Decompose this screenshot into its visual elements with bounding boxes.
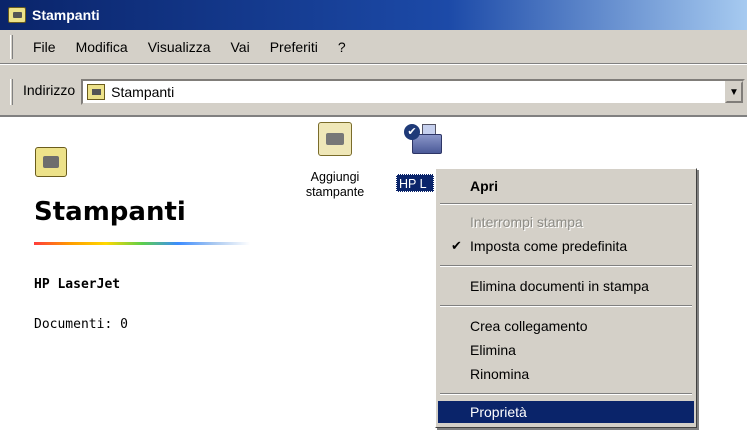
- hp-printer-label[interactable]: HP L: [396, 174, 434, 192]
- menu-create-shortcut[interactable]: Crea collegamento: [438, 315, 694, 337]
- menu-vai[interactable]: Vai: [220, 39, 259, 55]
- printer-icon: ✔: [404, 122, 444, 162]
- selected-printer-name: HP LaserJet: [34, 277, 121, 292]
- add-printer-label: Aggiungi stampante: [305, 170, 365, 199]
- address-value: Stampanti: [111, 84, 175, 100]
- pane-title: Stampanti: [34, 197, 186, 227]
- menu-separator: [440, 203, 692, 205]
- context-menu: Apri Interrompi stampa ✔ Imposta come pr…: [435, 168, 697, 428]
- menu-file[interactable]: File: [23, 39, 66, 55]
- menu-set-default-label: Imposta come predefinita: [470, 238, 628, 254]
- window-title: Stampanti: [32, 7, 100, 23]
- printer-folder-icon: [35, 147, 67, 177]
- dropdown-arrow-icon[interactable]: ▼: [725, 81, 743, 103]
- menu-delete[interactable]: Elimina: [438, 339, 694, 361]
- menu-rename[interactable]: Rinomina: [438, 363, 694, 385]
- menu-bar: File Modifica Visualizza Vai Preferiti ?: [0, 30, 747, 64]
- address-bar: Indirizzo Stampanti ▼: [0, 65, 747, 117]
- checkmark-icon: ✔: [451, 238, 462, 253]
- menu-separator: [440, 305, 692, 307]
- menu-help[interactable]: ?: [328, 39, 356, 55]
- address-input[interactable]: Stampanti ▼: [81, 79, 745, 105]
- menu-open[interactable]: Apri: [438, 175, 694, 197]
- add-printer-icon: [318, 122, 352, 156]
- printer-folder-icon: [87, 84, 106, 100]
- hp-printer-item[interactable]: ✔: [394, 122, 442, 162]
- menu-purge-documents[interactable]: Elimina documenti in stampa: [438, 275, 694, 297]
- menu-preferiti[interactable]: Preferiti: [260, 39, 328, 55]
- document-count: Documenti: 0: [34, 317, 128, 332]
- title-underline: [34, 242, 250, 245]
- menu-separator: [440, 393, 692, 395]
- title-bar: Stampanti: [0, 0, 747, 30]
- address-label: Indirizzo: [23, 82, 76, 98]
- menu-set-default[interactable]: ✔ Imposta come predefinita: [438, 235, 694, 257]
- menu-visualizza[interactable]: Visualizza: [138, 39, 221, 55]
- menu-separator: [440, 265, 692, 267]
- menu-modifica[interactable]: Modifica: [66, 39, 138, 55]
- printer-folder-icon: [8, 7, 26, 23]
- info-pane: Stampanti HP LaserJet Documenti: 0: [0, 117, 270, 440]
- menu-pause-printing: Interrompi stampa: [470, 214, 583, 230]
- default-check-icon: ✔: [404, 124, 420, 140]
- address-grip[interactable]: [10, 79, 13, 105]
- toolbar-grip[interactable]: [10, 34, 13, 59]
- add-printer-item[interactable]: Aggiungi stampante: [290, 122, 380, 200]
- menu-properties[interactable]: Proprietà: [438, 401, 694, 423]
